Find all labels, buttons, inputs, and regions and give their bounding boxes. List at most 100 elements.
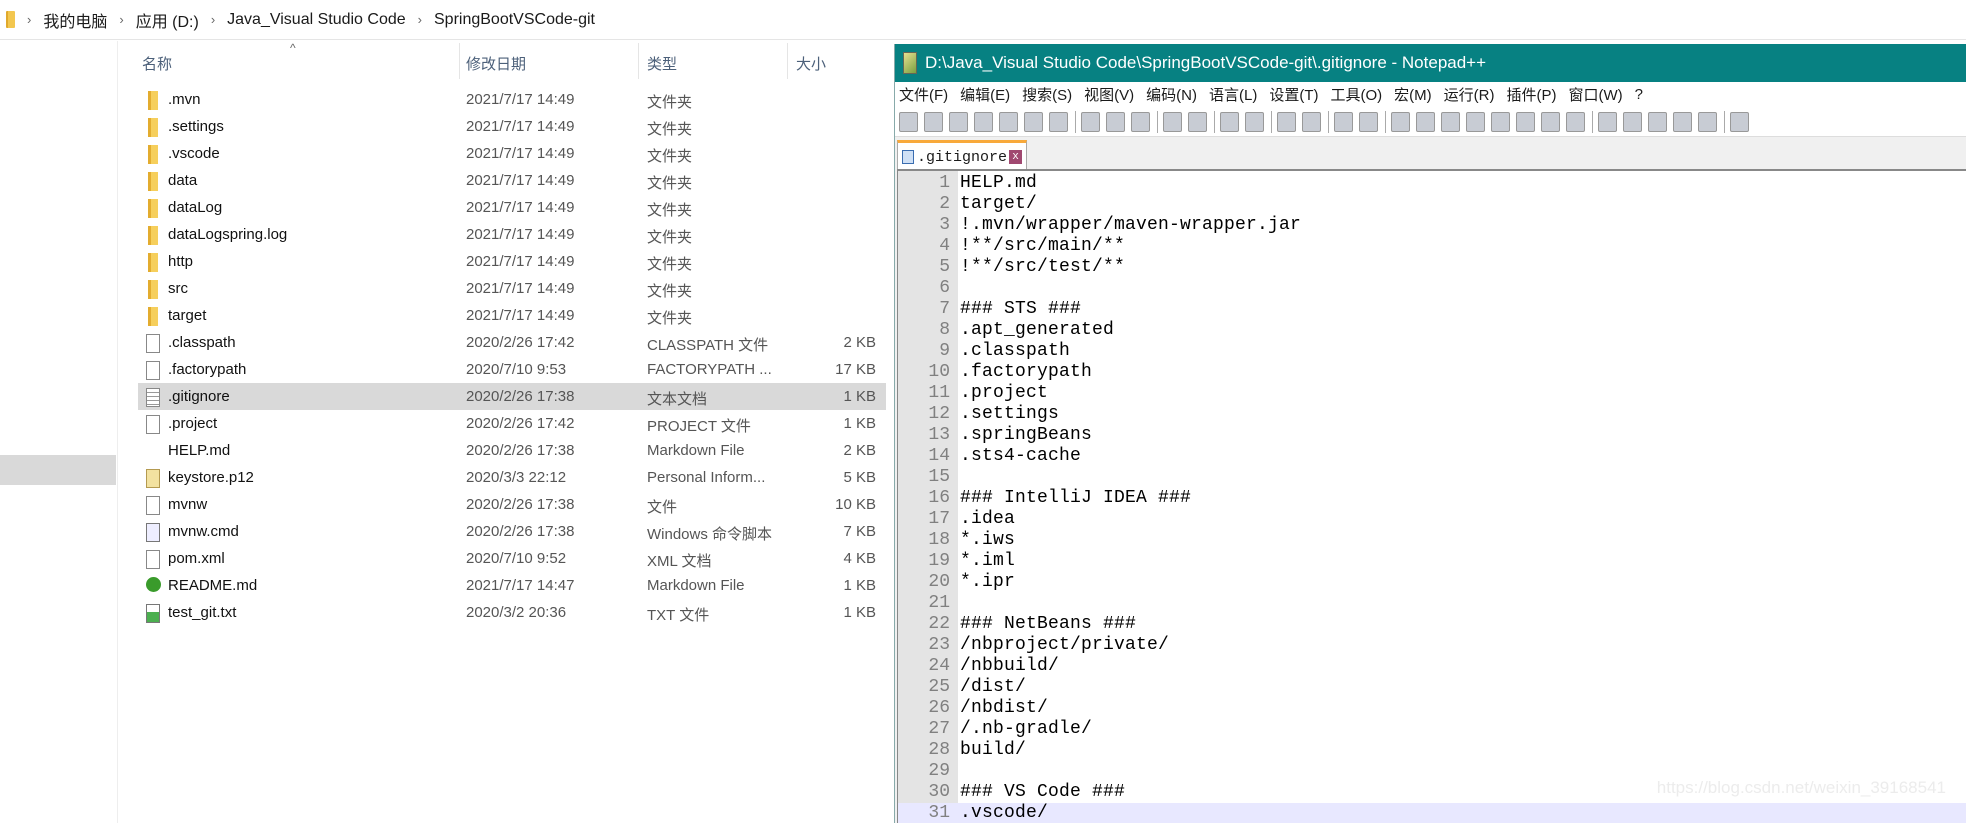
sync-horizontal-icon[interactable]	[1359, 111, 1378, 132]
file-row[interactable]: .settings 2021/7/17 14:49 文件夹	[138, 113, 886, 140]
column-date[interactable]: 修改日期	[466, 53, 526, 74]
code-line[interactable]: 15	[898, 467, 1966, 488]
cut-icon[interactable]	[1081, 111, 1100, 132]
close-tab-icon[interactable]: x	[1009, 150, 1023, 164]
code-line[interactable]: 16 ### IntelliJ IDEA ###	[898, 488, 1966, 509]
code-line[interactable]: 21	[898, 593, 1966, 614]
indent-guide-icon[interactable]	[1441, 111, 1460, 132]
file-row[interactable]: .mvn 2021/7/17 14:49 文件夹	[138, 86, 886, 113]
file-row[interactable]: .classpath 2020/2/26 17:42 CLASSPATH 文件 …	[138, 329, 886, 356]
file-row[interactable]: README.md 2021/7/17 14:47 Markdown File …	[138, 572, 886, 599]
print-icon[interactable]	[1049, 111, 1068, 132]
record-macro-icon[interactable]	[1598, 111, 1617, 132]
open-file-icon[interactable]	[924, 111, 943, 132]
code-line[interactable]: 1 HELP.md	[898, 173, 1966, 194]
file-row[interactable]: .vscode 2021/7/17 14:49 文件夹	[138, 140, 886, 167]
breadcrumb-item[interactable]: Java_Visual Studio Code	[227, 11, 406, 29]
copy-icon[interactable]	[1106, 111, 1125, 132]
code-line[interactable]: 3 !.mvn/wrapper/maven-wrapper.jar	[898, 215, 1966, 236]
monitor-icon[interactable]	[1566, 111, 1585, 132]
run-macro-multiple-icon[interactable]	[1673, 111, 1692, 132]
code-line[interactable]: 19 *.iml	[898, 551, 1966, 572]
column-name[interactable]: 名称	[142, 53, 172, 74]
code-line[interactable]: 10 .factorypath	[898, 362, 1966, 383]
code-line[interactable]: 5 !**/src/test/**	[898, 257, 1966, 278]
file-row[interactable]: mvnw.cmd 2020/2/26 17:38 Windows 命令脚本 7 …	[138, 518, 886, 545]
replace-icon[interactable]	[1245, 111, 1264, 132]
paste-icon[interactable]	[1131, 111, 1150, 132]
menu-item[interactable]: 语言(L)	[1209, 84, 1257, 105]
code-line[interactable]: 28 build/	[898, 740, 1966, 761]
spell-check-icon[interactable]	[1730, 111, 1749, 132]
word-wrap-icon[interactable]	[1391, 111, 1410, 132]
new-file-icon[interactable]	[899, 111, 918, 132]
column-divider[interactable]	[459, 43, 460, 79]
file-row[interactable]: data 2021/7/17 14:49 文件夹	[138, 167, 886, 194]
file-row[interactable]: dataLog 2021/7/17 14:49 文件夹	[138, 194, 886, 221]
file-row[interactable]: keystore.p12 2020/3/3 22:12 Personal Inf…	[138, 464, 886, 491]
breadcrumb-item[interactable]: SpringBootVSCode-git	[434, 11, 595, 29]
navigation-pane[interactable]	[0, 41, 118, 823]
code-line[interactable]: 23/nbproject/private/	[898, 635, 1966, 656]
file-row[interactable]: .project 2020/2/26 17:42 PROJECT 文件 1 KB	[138, 410, 886, 437]
file-row[interactable]: HELP.md 2020/2/26 17:38 Markdown File 2 …	[138, 437, 886, 464]
file-row[interactable]: src 2021/7/17 14:49 文件夹	[138, 275, 886, 302]
code-line[interactable]: 14 .sts4-cache	[898, 446, 1966, 467]
nav-selected-item[interactable]	[0, 455, 116, 485]
folder-workspace-icon[interactable]	[1541, 111, 1560, 132]
menu-item[interactable]: 编辑(E)	[960, 84, 1010, 105]
menu-item[interactable]: 视图(V)	[1084, 84, 1134, 105]
undo-icon[interactable]	[1163, 111, 1182, 132]
sync-vertical-icon[interactable]	[1334, 111, 1353, 132]
code-line[interactable]: 12 .settings	[898, 404, 1966, 425]
file-row[interactable]: test_git.txt 2020/3/2 20:36 TXT 文件 1 KB	[138, 599, 886, 626]
zoom-in-icon[interactable]	[1277, 111, 1296, 132]
code-line[interactable]: 2 target/	[898, 194, 1966, 215]
code-line[interactable]: 13 .springBeans	[898, 425, 1966, 446]
code-line[interactable]: 9 .classpath	[898, 341, 1966, 362]
code-line[interactable]: 18 *.iws	[898, 530, 1966, 551]
menu-item[interactable]: 插件(P)	[1506, 84, 1556, 105]
menu-item[interactable]: ?	[1635, 86, 1643, 103]
code-line[interactable]: 4 !**/src/main/**	[898, 236, 1966, 257]
code-line[interactable]: 7 ### STS ###	[898, 299, 1966, 320]
code-line[interactable]: 27 /.nb-gradle/	[898, 719, 1966, 740]
column-divider[interactable]	[638, 43, 639, 79]
menu-item[interactable]: 文件(F)	[899, 84, 948, 105]
code-line[interactable]: 31 .vscode/	[898, 803, 1966, 823]
play-macro-icon[interactable]	[1648, 111, 1667, 132]
code-line[interactable]: 17 .idea	[898, 509, 1966, 530]
code-line[interactable]: 25/dist/	[898, 677, 1966, 698]
tab-gitignore[interactable]: .gitignore x	[897, 140, 1027, 171]
menu-item[interactable]: 运行(R)	[1444, 84, 1495, 105]
redo-icon[interactable]	[1188, 111, 1207, 132]
udl-icon[interactable]	[1466, 111, 1485, 132]
file-row[interactable]: target 2021/7/17 14:49 文件夹	[138, 302, 886, 329]
file-row[interactable]: dataLogspring.log 2021/7/17 14:49 文件夹	[138, 221, 886, 248]
editor[interactable]: 1 HELP.md 2 target/3 !.mvn/wrapper/maven-wra…	[897, 169, 1966, 823]
menu-item[interactable]: 窗口(W)	[1568, 84, 1622, 105]
column-type[interactable]: 类型	[647, 53, 677, 74]
menu-item[interactable]: 宏(M)	[1394, 84, 1432, 105]
doc-map-icon[interactable]	[1491, 111, 1510, 132]
column-size[interactable]: 大小	[796, 53, 826, 74]
menu-item[interactable]: 编码(N)	[1146, 84, 1197, 105]
close-icon[interactable]	[999, 111, 1018, 132]
code-line[interactable]: 11 .project	[898, 383, 1966, 404]
close-all-icon[interactable]	[1024, 111, 1043, 132]
code-line[interactable]: 26/nbdist/	[898, 698, 1966, 719]
file-row[interactable]: .gitignore 2020/2/26 17:38 文本文档 1 KB	[138, 383, 886, 410]
file-row[interactable]: pom.xml 2020/7/10 9:52 XML 文档 4 KB	[138, 545, 886, 572]
file-row[interactable]: http 2021/7/17 14:49 文件夹	[138, 248, 886, 275]
code-line[interactable]: 6	[898, 278, 1966, 299]
file-row[interactable]: mvnw 2020/2/26 17:38 文件 10 KB	[138, 491, 886, 518]
title-bar[interactable]: D:\Java_Visual Studio Code\SpringBootVSC…	[895, 44, 1966, 82]
code-line[interactable]: 8 .apt_generated	[898, 320, 1966, 341]
breadcrumb-item[interactable]: 我的电脑	[43, 8, 107, 32]
function-list-icon[interactable]	[1516, 111, 1535, 132]
code-line[interactable]: 22 ### NetBeans ###	[898, 614, 1966, 635]
file-row[interactable]: .factorypath 2020/7/10 9:53 FACTORYPATH …	[138, 356, 886, 383]
find-icon[interactable]	[1220, 111, 1239, 132]
code-line[interactable]: 20 *.ipr	[898, 572, 1966, 593]
menu-item[interactable]: 搜索(S)	[1022, 84, 1072, 105]
